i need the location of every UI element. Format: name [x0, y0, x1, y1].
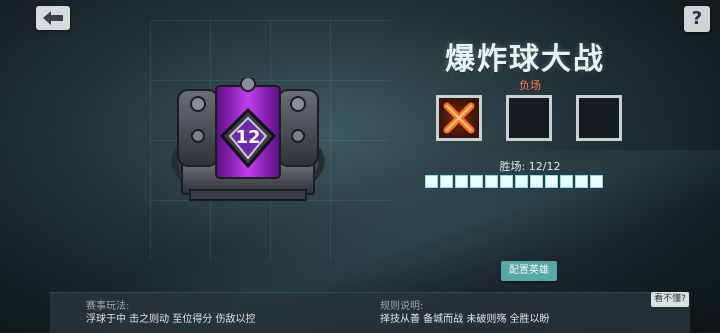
win-segment: [470, 175, 483, 188]
win-segment: [425, 175, 438, 188]
info-panel: 赛事玩法: 浮球于中 击之则动 至位得分 伤敌以控 规则说明: 择技从善 备城而…: [50, 292, 690, 333]
treasure-chest[interactable]: 12: [168, 78, 328, 204]
help-button[interactable]: ?: [684, 6, 710, 32]
win-progress-bar: [425, 175, 603, 188]
win-count-label: 胜场: 12/12: [499, 160, 561, 173]
win-segment: [485, 175, 498, 188]
win-segment: [455, 175, 468, 188]
back-button[interactable]: [36, 6, 70, 30]
loss-slot-3: [576, 95, 622, 141]
win-segment: [590, 175, 603, 188]
win-segment: [530, 175, 543, 188]
win-segment: [545, 175, 558, 188]
gameplay-text: 浮球于中 击之则动 至位得分 伤敌以控: [86, 314, 256, 325]
cross-icon: [443, 102, 475, 134]
loss-slot-2: [506, 95, 552, 141]
arrow-left-icon: [43, 11, 63, 25]
win-segment: [500, 175, 513, 188]
event-title: 爆炸球大战: [445, 42, 605, 77]
chest-level: 12: [235, 127, 260, 148]
configure-heroes-button[interactable]: 配置英雄: [501, 261, 557, 281]
win-segment: [440, 175, 453, 188]
win-segment: [515, 175, 528, 188]
win-segment: [575, 175, 588, 188]
lose-label: 负场: [519, 79, 541, 92]
win-segment: [560, 175, 573, 188]
loss-slot-1: [436, 95, 482, 141]
dont-understand-button[interactable]: 看不懂?: [651, 292, 689, 307]
rules-text: 择技从善 备城而战 未破则殇 全胜以盼: [380, 314, 550, 325]
